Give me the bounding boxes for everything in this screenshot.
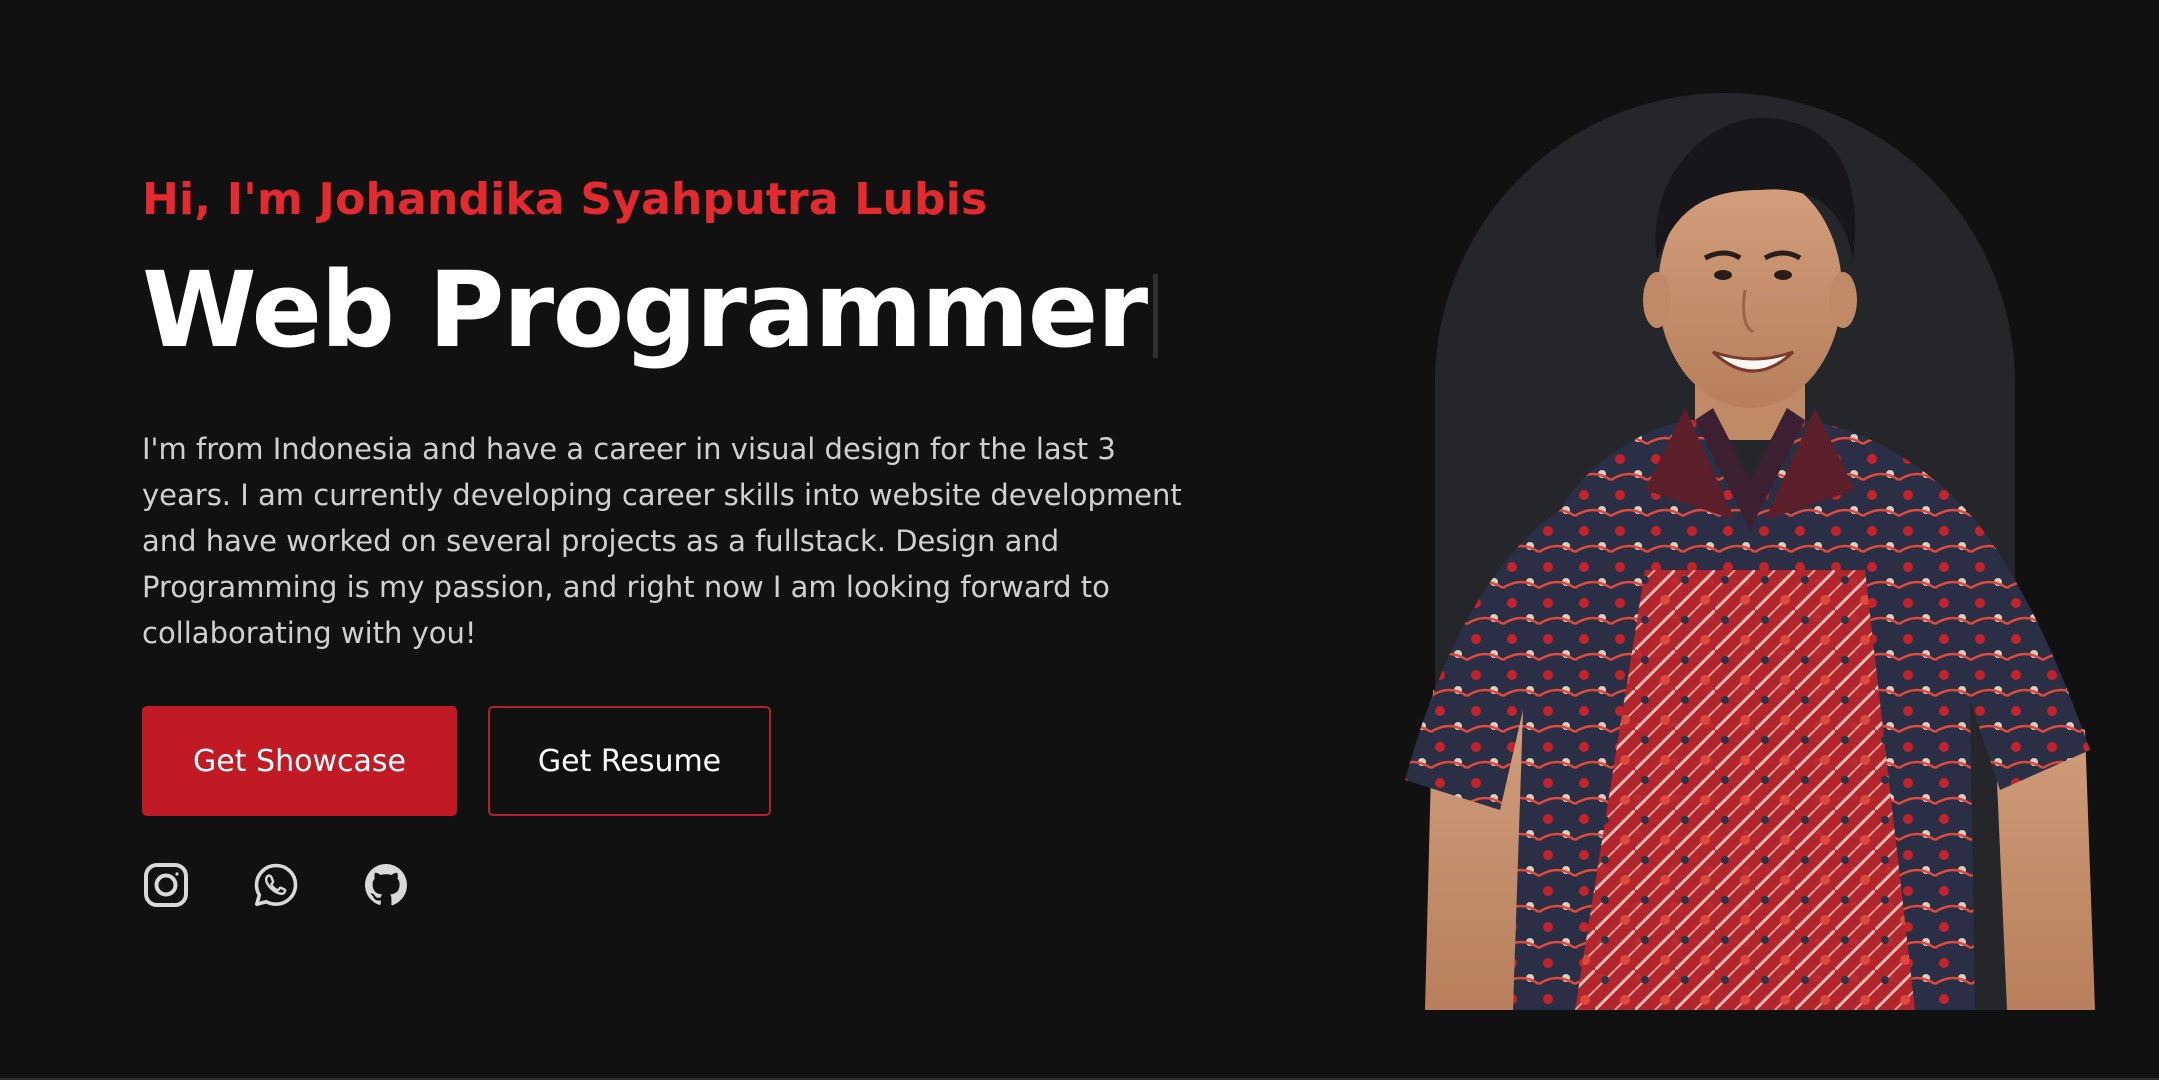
- headline-wrap: Web Programmer: [142, 250, 1202, 370]
- get-resume-button[interactable]: Get Resume: [488, 706, 771, 816]
- hero-text: Hi, I'm Johandika Syahputra Lubis Web Pr…: [142, 168, 1202, 910]
- social-links: [142, 860, 1202, 910]
- bio-text: I'm from Indonesia and have a career in …: [142, 432, 1182, 650]
- whatsapp-link[interactable]: [252, 860, 300, 910]
- instagram-icon: [144, 863, 188, 907]
- portrait: [1395, 90, 2095, 1010]
- hero-section: Hi, I'm Johandika Syahputra Lubis Web Pr…: [0, 0, 2159, 1080]
- typing-caret: [1152, 274, 1158, 358]
- headline: Web Programmer: [142, 249, 1148, 371]
- github-link[interactable]: [362, 860, 410, 910]
- whatsapp-icon: [254, 863, 298, 906]
- github-icon: [365, 864, 407, 906]
- profile-photo: [1405, 117, 2095, 1010]
- cta-buttons: Get Showcase Get Resume: [142, 706, 1202, 816]
- get-showcase-button[interactable]: Get Showcase: [142, 706, 457, 816]
- greeting: Hi, I'm Johandika Syahputra Lubis: [142, 174, 988, 225]
- instagram-link[interactable]: [142, 860, 190, 910]
